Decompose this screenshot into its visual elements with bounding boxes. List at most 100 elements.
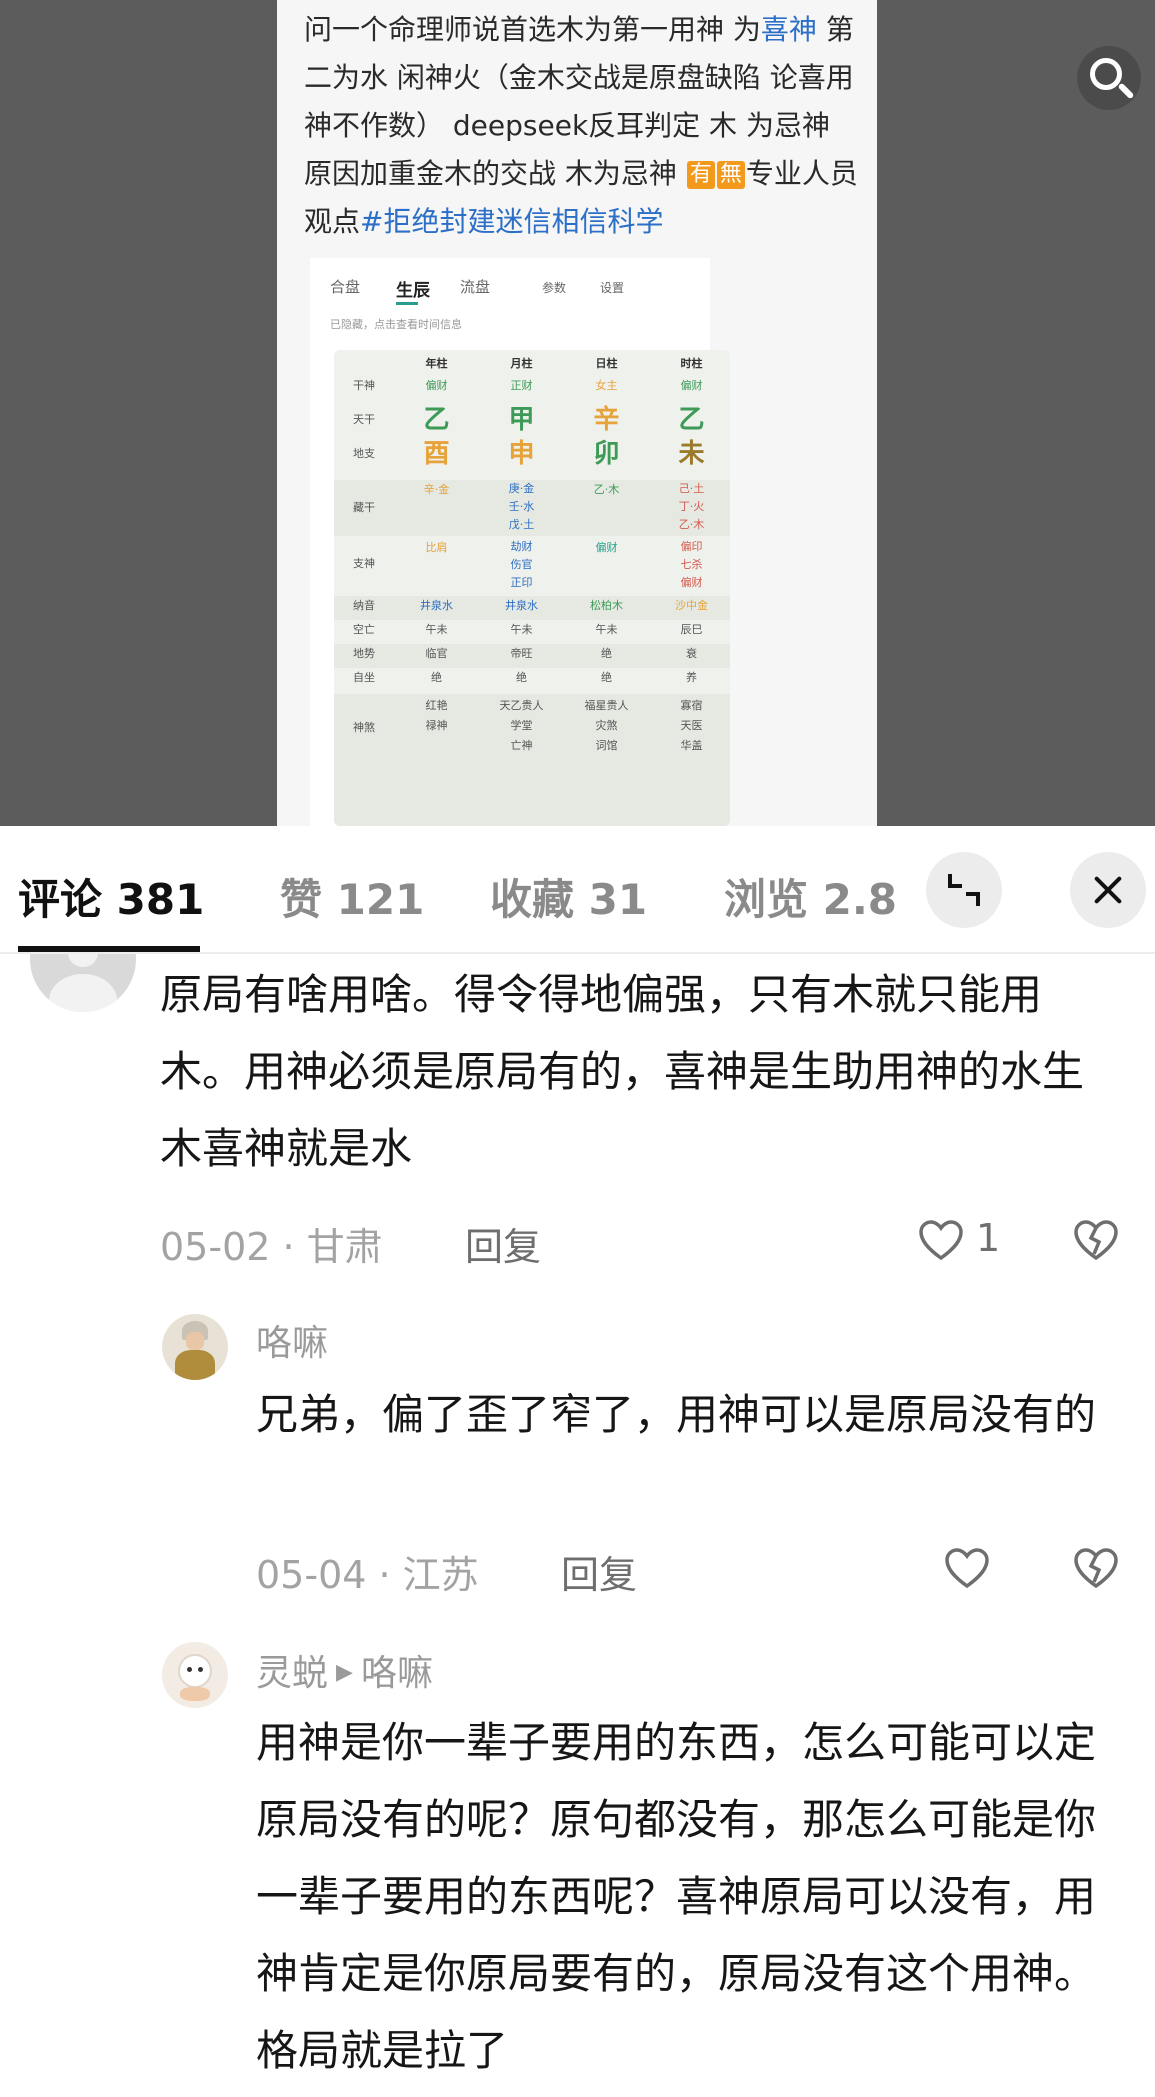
column-header: 年柱 — [425, 357, 448, 370]
grid-row: 地势 临官 帝旺 绝 衰 — [334, 644, 730, 668]
bazi-tab-active: 生辰 — [396, 281, 430, 301]
grid-cell: 天乙贵人 学堂 亡神 — [499, 699, 544, 752]
grid-row: 纳音 井泉水 井泉水 松柏木 沙中金 — [334, 596, 730, 620]
grid-row: 地支 酉 申 卯 未 — [334, 438, 730, 470]
grid-cell: 绝 — [601, 647, 612, 660]
avatar[interactable] — [30, 954, 136, 1012]
search-icon — [1090, 58, 1122, 90]
grid-cell: 偏印 七杀 偏财 — [680, 540, 703, 589]
bazi-tabs: 合盘 生辰 流盘 参数 设置 — [330, 276, 710, 306]
comment-date-location: 05-02 · 甘肃 — [160, 1225, 383, 1269]
grid-cell: 偏财 — [680, 379, 703, 392]
broken-heart-icon[interactable] — [1072, 1218, 1120, 1262]
branch-cell: 未 — [678, 439, 705, 469]
grid-cell: 女主 — [595, 379, 618, 392]
row-label: 干神 — [353, 379, 375, 392]
grid-cell: 正财 — [510, 379, 533, 392]
grid-row: 空亡 午未 午未 午未 辰巳 — [334, 620, 730, 644]
row-label: 地支 — [353, 447, 375, 460]
post-hashtag: #拒绝封建迷信相信科学 — [360, 205, 664, 238]
tag-badge: 有 — [686, 161, 715, 189]
heart-icon[interactable] — [943, 1546, 991, 1590]
bazi-chart-card: 合盘 生辰 流盘 参数 设置 已隐藏，点击查看时间信息 年柱 月柱 日柱 时柱 … — [310, 258, 730, 826]
comment-username[interactable]: 灵蜕 — [256, 1653, 328, 1694]
close-button[interactable] — [1070, 852, 1146, 928]
avatar[interactable] — [162, 1314, 228, 1380]
grid-cell: 养 — [686, 671, 697, 684]
close-icon — [1092, 874, 1124, 906]
grid-row: 支神 比肩 劫财 伤官 正印 偏财 偏印 七杀 偏财 — [334, 536, 730, 594]
row-label: 空亡 — [353, 623, 375, 636]
grid-cell: 福星贵人 灾煞 词馆 — [584, 699, 629, 752]
grid-cell: 己·土 丁·火 乙·木 — [678, 482, 705, 531]
tab-likes[interactable]: 赞 121 — [280, 866, 424, 927]
bazi-tab: 合盘 — [330, 278, 361, 296]
reply-arrow-icon: ▶ — [336, 1660, 353, 1685]
branch-cell: 卯 — [593, 439, 620, 469]
grid-cell: 比肩 — [425, 541, 448, 554]
grid-cell: 乙·木 — [593, 483, 620, 496]
comment-date-location: 05-04 · 江苏 — [256, 1553, 479, 1597]
broken-heart-icon[interactable] — [1072, 1546, 1120, 1590]
reply-thread-users: 灵蜕 ▶ 咯嘛 — [256, 1644, 433, 1696]
post-text-part: 问一个命理师说首选木为第一用神 为 — [304, 13, 761, 46]
post-screenshot: 问一个命理师说首选木为第一用神 为喜神 第二为水 闲神火（金木交战是原盘缺陷 论… — [277, 0, 877, 826]
post-link: 喜神 — [760, 13, 817, 46]
reply-to-username[interactable]: 咯嘛 — [361, 1653, 433, 1694]
grid-cell: 寡宿 天医 华盖 — [680, 699, 703, 752]
grid-cell: 庚·金 壬·水 戊·土 — [508, 482, 535, 531]
branch-cell: 申 — [508, 439, 535, 469]
grid-cell: 偏财 — [425, 379, 448, 392]
settings-label: 设置 — [600, 281, 625, 295]
grid-cell: 绝 — [516, 671, 527, 684]
comment-text: 用神是你一辈子要用的东西，怎么可能可以定原局没有的呢？原句都没有，那怎么可能是你… — [256, 1718, 1097, 2075]
grid-cell: 井泉水 — [505, 599, 538, 612]
reply-button[interactable]: 回复 — [465, 1216, 541, 1271]
grid-cell: 松柏木 — [590, 599, 623, 612]
active-tab-indicator — [18, 946, 200, 952]
grid-cell: 绝 — [431, 671, 442, 684]
comment-username[interactable]: 咯嘛 — [256, 1314, 328, 1366]
column-header: 时柱 — [680, 357, 703, 370]
tab-underline — [396, 302, 418, 305]
expand-icon — [948, 874, 980, 906]
grid-row: 干神 偏财 正财 女主 偏财 — [334, 376, 730, 400]
heart-icon[interactable] — [917, 1218, 965, 1262]
comment-list: 原局有啥用啥。得令得地偏强，只有木就只能用木。用神必须是原局有的，喜神是生助用神… — [0, 954, 1155, 2097]
tag-badge: 無 — [716, 161, 745, 189]
comment-text: 原局有啥用啥。得令得地偏强，只有木就只能用木。用神必须是原局有的，喜神是生助用神… — [160, 970, 1085, 1173]
row-label: 地势 — [353, 647, 375, 660]
tab-comments[interactable]: 评论 381 — [18, 866, 204, 927]
column-header: 月柱 — [510, 357, 533, 370]
search-button[interactable] — [1077, 46, 1141, 110]
tab-views[interactable]: 浏览 2.8 — [724, 866, 897, 927]
row-label: 支神 — [353, 557, 375, 570]
post-text: 问一个命理师说首选木为第一用神 为喜神 第二为水 闲神火（金木交战是原盘缺陷 论… — [304, 6, 864, 246]
grid-cell: 沙中金 — [675, 599, 708, 612]
grid-cell: 午未 — [425, 623, 448, 636]
grid-row: 神煞 红艳 禄神 天乙贵人 学堂 亡神 福星贵人 灾煞 词馆 寡宿 天医 华盖 — [334, 694, 730, 826]
column-header: 日柱 — [595, 357, 618, 370]
row-label: 藏干 — [353, 501, 375, 514]
stem-cell: 乙 — [423, 405, 450, 435]
expand-button[interactable] — [926, 852, 1002, 928]
grid-cell: 红艳 禄神 — [425, 699, 448, 732]
bazi-tab: 流盘 — [460, 278, 491, 296]
grid-cell: 井泉水 — [420, 599, 453, 612]
post-media[interactable]: 问一个命理师说首选木为第一用神 为喜神 第二为水 闲神火（金木交战是原盘缺陷 论… — [0, 0, 1155, 826]
reply-button[interactable]: 回复 — [561, 1544, 637, 1599]
avatar[interactable] — [162, 1642, 228, 1708]
row-label: 纳音 — [353, 599, 375, 612]
grid-cell: 午未 — [510, 623, 533, 636]
grid-cell: 临官 — [425, 647, 448, 660]
grid-row: 自坐 绝 绝 绝 养 — [334, 668, 730, 692]
search-icon-handle — [1117, 82, 1135, 100]
stem-cell: 甲 — [508, 405, 535, 435]
row-label: 自坐 — [353, 671, 375, 684]
grid-cell: 衰 — [686, 647, 697, 660]
tab-favorites[interactable]: 收藏 31 — [490, 866, 647, 927]
params-label: 参数 — [542, 281, 567, 295]
stem-cell: 乙 — [678, 405, 705, 435]
grid-cell: 劫财 伤官 正印 — [510, 540, 533, 589]
row-label: 神煞 — [353, 721, 375, 734]
